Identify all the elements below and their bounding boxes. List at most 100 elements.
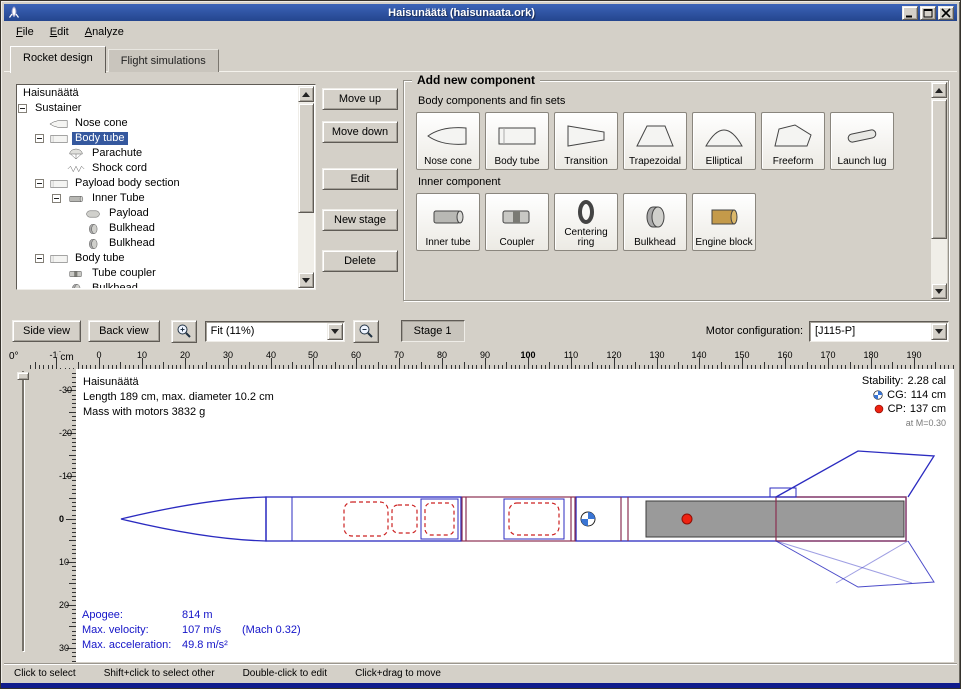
ruler-tick — [43, 365, 44, 369]
tree-item[interactable]: Parachute — [18, 146, 298, 161]
ruler-tick-label: 20 — [59, 600, 69, 610]
rocket-name: Haisunäätä — [83, 375, 274, 390]
chevron-down-icon[interactable] — [931, 323, 947, 340]
zoom-in-button[interactable] — [171, 320, 197, 343]
ruler-tick — [78, 362, 79, 369]
ruler-tick-label: 160 — [777, 350, 792, 360]
window-title: Haisunäätä (haisunaata.ork) — [21, 7, 902, 19]
add-coupler-button[interactable]: Coupler — [485, 193, 549, 251]
add-trapezoidal-button[interactable]: Trapezoidal — [623, 112, 687, 170]
move-down-button[interactable]: Move down — [322, 121, 398, 143]
flight-info-row: Max. acceleration:49.8 m/s² — [82, 639, 301, 654]
ruler-tick — [292, 362, 293, 369]
engineblock-icon — [702, 196, 746, 238]
tree-item[interactable]: Body tube — [18, 131, 298, 146]
tree-expander-icon[interactable] — [35, 179, 44, 188]
rocket-canvas[interactable]: Haisunäätä Length 189 cm, max. diameter … — [76, 369, 954, 662]
rocket-dimensions: Length 189 cm, max. diameter 10.2 cm — [83, 390, 274, 405]
tree-item[interactable]: Bulkhead — [18, 221, 298, 236]
status-hint: Click+drag to move — [355, 668, 441, 679]
zoom-out-button[interactable] — [353, 320, 379, 343]
scroll-up-icon[interactable] — [931, 82, 947, 98]
tree-item[interactable]: Tube coupler — [18, 266, 298, 281]
stability-condition: at M=0.30 — [862, 416, 946, 430]
tree-expander-icon[interactable] — [35, 134, 44, 143]
motor-configuration-select[interactable]: [J115-P] — [809, 321, 949, 342]
tree-item-label: Body tube — [72, 132, 128, 145]
tab-flight-simulations[interactable]: Flight simulations — [108, 49, 219, 72]
add-elliptical-button[interactable]: Elliptical — [692, 112, 756, 170]
add-centeringring-button[interactable]: Centering ring — [554, 193, 618, 251]
back-view-button[interactable]: Back view — [88, 320, 160, 342]
ruler-tick — [163, 362, 164, 369]
tree-item-label: Bulkhead — [106, 237, 158, 250]
component-scrollbar[interactable] — [931, 82, 947, 299]
flight-info-value: 49.8 m/s² — [182, 639, 242, 654]
tree-item[interactable]: Bulkhead — [18, 236, 298, 251]
ruler-tick-label: 150 — [734, 350, 749, 360]
motor-configuration-value: [J115-P] — [810, 325, 930, 337]
scrollbar-thumb[interactable] — [931, 99, 947, 239]
rotation-slider-handle[interactable] — [17, 372, 29, 380]
scroll-up-icon[interactable] — [298, 86, 314, 102]
tab-rocket-design[interactable]: Rocket design — [10, 46, 106, 73]
menu-analyze[interactable]: Analyze — [77, 23, 132, 41]
zoom-select[interactable]: Fit (11%) — [205, 321, 345, 342]
rotation-angle-label: 0° — [9, 351, 19, 362]
add-bodytube-button[interactable]: Body tube — [485, 112, 549, 170]
ruler-tick — [48, 365, 49, 369]
new-stage-button[interactable]: New stage — [322, 209, 398, 231]
ruler-tick-label: 120 — [606, 350, 621, 360]
tree-item[interactable]: Haisunäätä — [18, 86, 298, 101]
ruler-tick-label: 180 — [863, 350, 878, 360]
add-freeform-button[interactable]: Freeform — [761, 112, 825, 170]
stage-1-toggle[interactable]: Stage 1 — [401, 320, 465, 342]
add-innertube-button[interactable]: Inner tube — [416, 193, 480, 251]
chevron-down-icon[interactable] — [327, 323, 343, 340]
minimize-button[interactable] — [902, 6, 918, 20]
add-engineblock-button[interactable]: Engine block — [692, 193, 756, 251]
ruler-tick-label: 30 — [223, 350, 233, 360]
rotation-slider-track[interactable] — [22, 371, 24, 651]
tree-item[interactable]: Sustainer — [18, 101, 298, 116]
component-button-label: Nose cone — [424, 157, 472, 167]
tree-expander-icon[interactable] — [52, 194, 61, 203]
tree-item-label: Body tube — [72, 252, 128, 265]
titlebar[interactable]: Haisunäätä (haisunaata.ork) — [4, 4, 957, 21]
add-nosecone-button[interactable]: Nose cone — [416, 112, 480, 170]
tree-scrollbar[interactable] — [298, 86, 314, 288]
tree-item-label: Payload body section — [72, 177, 183, 190]
ruler-tick-label: 50 — [308, 350, 318, 360]
tree-expander-icon[interactable] — [18, 104, 27, 113]
tree-item[interactable]: Payload — [18, 206, 298, 221]
tree-item-label: Sustainer — [32, 102, 84, 115]
flight-info-label: Max. acceleration: — [82, 639, 182, 654]
add-launchlug-button[interactable]: Launch lug — [830, 112, 894, 170]
add-bulkhead-button[interactable]: Bulkhead — [623, 193, 687, 251]
close-button[interactable] — [938, 6, 954, 20]
tree-expander-icon[interactable] — [35, 254, 44, 263]
tree-item[interactable]: Payload body section — [18, 176, 298, 191]
tree-item[interactable]: Body tube — [18, 251, 298, 266]
delete-button[interactable]: Delete — [322, 250, 398, 272]
ruler-tick — [892, 362, 893, 369]
edit-button[interactable]: Edit — [322, 168, 398, 190]
scroll-down-icon[interactable] — [298, 272, 314, 288]
move-up-button[interactable]: Move up — [322, 88, 398, 110]
component-button-label: Transition — [564, 157, 608, 167]
scroll-down-icon[interactable] — [931, 283, 947, 299]
tree-item[interactable]: Bulkhead — [18, 281, 298, 288]
side-view-button[interactable]: Side view — [12, 320, 81, 342]
add-transition-button[interactable]: Transition — [554, 112, 618, 170]
ruler-tick-label: -10 — [59, 471, 72, 481]
menu-edit[interactable]: Edit — [42, 23, 77, 41]
tree-item[interactable]: Nose cone — [18, 116, 298, 131]
rotation-slider[interactable] — [15, 369, 31, 657]
tree-item[interactable]: Shock cord — [18, 161, 298, 176]
maximize-button[interactable] — [920, 6, 936, 20]
scrollbar-thumb[interactable] — [298, 103, 314, 213]
tree-item[interactable]: Inner Tube — [18, 191, 298, 206]
menu-file[interactable]: File — [8, 23, 42, 41]
tree-item-label: Shock cord — [89, 162, 150, 175]
component-button-label: Trapezoidal — [629, 157, 681, 167]
